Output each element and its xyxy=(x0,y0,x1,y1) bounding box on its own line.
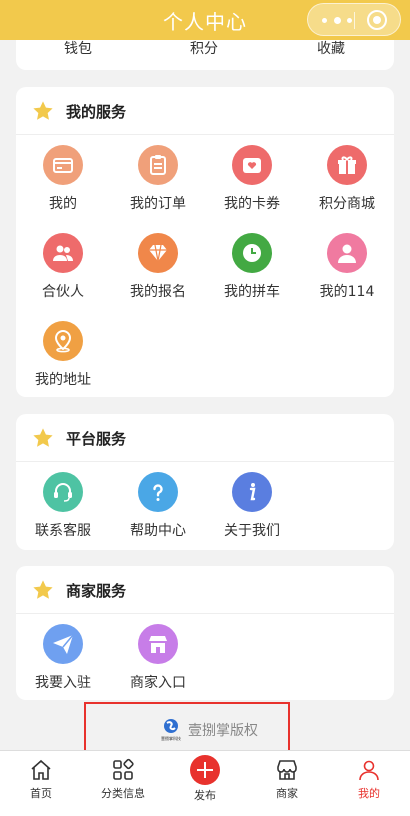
clock-icon xyxy=(232,233,272,273)
tab-publish[interactable]: 发布 xyxy=(164,751,246,816)
help-icon xyxy=(138,472,178,512)
tab-categories[interactable]: 分类信息 xyxy=(82,751,164,816)
more-menu-icon[interactable] xyxy=(322,11,352,29)
service-label: 我的报名 xyxy=(130,284,186,300)
tab-label: 分类信息 xyxy=(101,787,145,800)
merchant-label: 我要入驻 xyxy=(35,675,91,691)
bottom-tab-bar: 首页 分类信息 发布 商家 我的 xyxy=(0,750,410,816)
service-label: 我的订单 xyxy=(130,196,186,212)
service-item-address[interactable]: 我的地址 xyxy=(16,321,110,389)
capsule-divider xyxy=(354,12,355,29)
paper-plane-icon xyxy=(43,624,83,664)
home-icon xyxy=(31,759,51,780)
points-link[interactable]: 积分 xyxy=(190,40,218,58)
star-icon xyxy=(33,580,53,599)
merchant-label: 商家入口 xyxy=(130,675,186,691)
platform-label: 关于我们 xyxy=(224,523,280,539)
platform-services-title: 平台服务 xyxy=(66,430,127,448)
my-services-card: 我的服务 我的 我的订单 我的卡券 积分商城 合伙人 我的报名 我的拼车 我的1… xyxy=(16,87,394,397)
tab-mine[interactable]: 我的 xyxy=(328,751,410,816)
tab-home[interactable]: 首页 xyxy=(0,751,82,816)
star-icon xyxy=(33,428,53,447)
card-icon xyxy=(43,145,83,185)
service-label: 我的114 xyxy=(319,284,375,300)
platform-item-customer-service[interactable]: 联系客服 xyxy=(16,472,110,540)
service-item-orders[interactable]: 我的订单 xyxy=(111,145,205,213)
tab-label: 发布 xyxy=(194,789,216,802)
platform-label: 联系客服 xyxy=(35,523,91,539)
service-item-registrations[interactable]: 我的报名 xyxy=(111,233,205,301)
merchant-item-join[interactable]: 我要入驻 xyxy=(16,624,110,692)
headset-icon xyxy=(43,472,83,512)
platform-item-help-center[interactable]: 帮助中心 xyxy=(111,472,205,540)
header-bar: 个人中心 xyxy=(0,0,410,40)
platform-label: 帮助中心 xyxy=(130,523,186,539)
wallet-link[interactable]: 钱包 xyxy=(64,40,92,58)
copyright-text: 壹捌掌版权 xyxy=(188,723,258,739)
coupon-icon xyxy=(232,145,272,185)
platform-services-card: 平台服务 联系客服 帮助中心 关于我们 xyxy=(16,414,394,550)
partners-icon xyxy=(43,233,83,273)
info-icon xyxy=(232,472,272,512)
merchant-services-card: 商家服务 我要入驻 商家入口 xyxy=(16,566,394,700)
user-icon xyxy=(359,760,379,781)
tab-label: 我的 xyxy=(358,787,380,800)
service-item-coupons[interactable]: 我的卡券 xyxy=(205,145,299,213)
shop-icon xyxy=(277,760,297,780)
favorites-link[interactable]: 收藏 xyxy=(317,40,345,58)
copyright-banner: 壹捌掌科技 壹捌掌版权 xyxy=(84,702,290,752)
mini-program-capsule xyxy=(307,3,401,36)
person-icon xyxy=(327,233,367,273)
location-icon xyxy=(43,321,83,361)
service-label: 我的 xyxy=(49,196,77,212)
gift-icon xyxy=(327,145,367,185)
service-label: 积分商城 xyxy=(319,196,375,212)
service-label: 合伙人 xyxy=(42,284,84,300)
company-logo: 壹捌掌科技 xyxy=(161,719,181,741)
merchant-services-header: 商家服务 xyxy=(16,566,394,614)
platform-services-header: 平台服务 xyxy=(16,414,394,462)
service-label: 我的地址 xyxy=(35,372,91,388)
clipboard-icon xyxy=(138,145,178,185)
merchant-services-title: 商家服务 xyxy=(66,582,127,600)
service-item-mine[interactable]: 我的 xyxy=(16,145,110,213)
star-icon xyxy=(33,101,53,120)
service-label: 我的卡券 xyxy=(224,196,280,212)
tab-label: 商家 xyxy=(276,787,298,800)
diamond-icon xyxy=(138,233,178,273)
service-item-partners[interactable]: 合伙人 xyxy=(16,233,110,301)
logo-text: 壹捌掌科技 xyxy=(161,735,181,741)
close-miniprogram-icon[interactable] xyxy=(367,10,387,30)
my-services-title: 我的服务 xyxy=(66,103,127,121)
wallet-summary-card: 钱包 积分 收藏 xyxy=(16,40,394,70)
service-item-points-mall[interactable]: 积分商城 xyxy=(300,145,394,213)
service-label: 我的拼车 xyxy=(224,284,280,300)
service-item-carpool[interactable]: 我的拼车 xyxy=(205,233,299,301)
store-icon xyxy=(138,624,178,664)
tab-merchants[interactable]: 商家 xyxy=(246,751,328,816)
category-grid-icon xyxy=(113,758,134,780)
publish-plus-icon xyxy=(190,755,220,785)
tab-label: 首页 xyxy=(30,787,52,800)
merchant-item-entrance[interactable]: 商家入口 xyxy=(111,624,205,692)
my-services-header: 我的服务 xyxy=(16,87,394,135)
service-item-114[interactable]: 我的114 xyxy=(300,233,394,301)
platform-item-about-us[interactable]: 关于我们 xyxy=(205,472,299,540)
